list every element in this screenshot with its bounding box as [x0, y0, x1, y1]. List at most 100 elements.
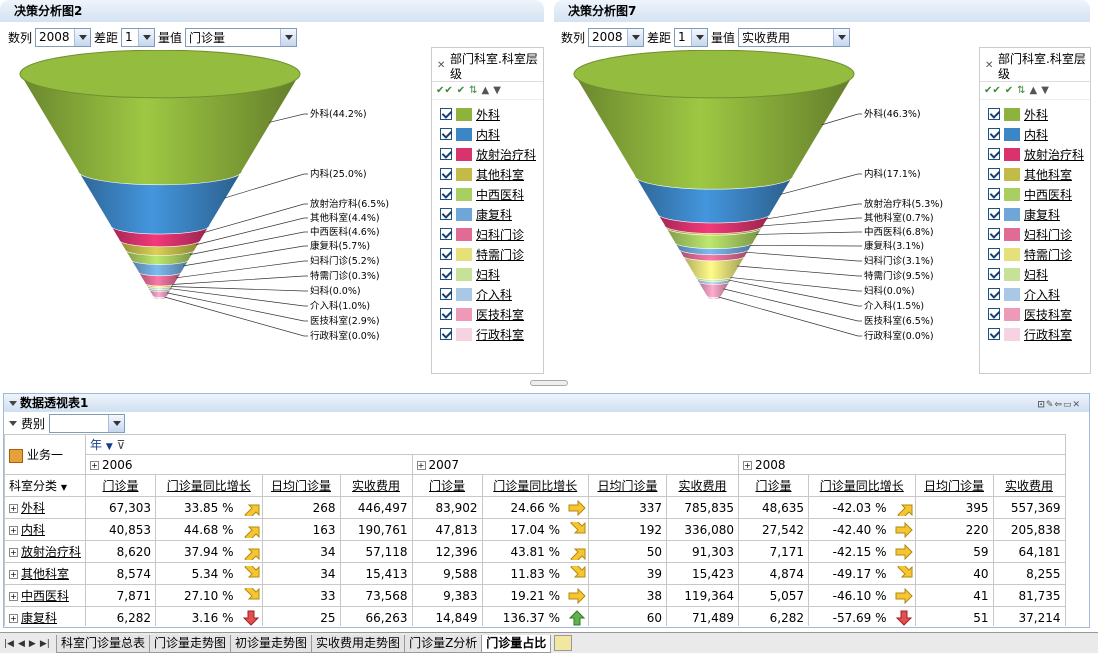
legend-label[interactable]: 医技科室: [1024, 306, 1072, 323]
legend-item[interactable]: 医技科室: [432, 304, 543, 324]
legend-label[interactable]: 特需门诊: [1024, 246, 1072, 263]
checkbox[interactable]: [988, 128, 1000, 140]
legend-label[interactable]: 其他科室: [476, 166, 524, 183]
legend-label[interactable]: 内科: [476, 126, 500, 143]
legend-label[interactable]: 妇科门诊: [476, 226, 524, 243]
splitter-handle[interactable]: [530, 380, 568, 386]
legend-item[interactable]: 内科: [980, 124, 1090, 144]
checkbox[interactable]: [440, 228, 452, 240]
panel-tools-icons[interactable]: ⊡✎⇦▭✕: [1037, 396, 1081, 414]
color-swatch: [1004, 127, 1020, 141]
diff-select[interactable]: 1: [121, 27, 156, 47]
legend-label[interactable]: 行政科室: [1024, 326, 1072, 343]
checkbox[interactable]: [988, 288, 1000, 300]
legend-toolbar[interactable]: ✔✔ ✔ ⇅ ▲ ▼: [432, 82, 543, 100]
legend-label[interactable]: 行政科室: [476, 326, 524, 343]
legend-item[interactable]: 放射治疗科: [980, 144, 1090, 164]
legend-label[interactable]: 外科: [476, 106, 500, 123]
legend-item[interactable]: 妇科: [432, 264, 543, 284]
series-label: 数列: [8, 30, 33, 45]
legend-label[interactable]: 妇科: [476, 266, 500, 283]
legend-toolbar[interactable]: ✔✔ ✔ ⇅ ▲ ▼: [980, 82, 1090, 100]
legend-label[interactable]: 放射治疗科: [476, 146, 536, 163]
legend-label[interactable]: 康复科: [1024, 206, 1060, 223]
collapse-icon[interactable]: [9, 401, 17, 406]
sheet-tab[interactable]: 门诊量走势图: [149, 635, 232, 653]
legend-item[interactable]: 介入科: [432, 284, 543, 304]
add-sheet-icon[interactable]: [554, 635, 573, 651]
legend-item[interactable]: 介入科: [980, 284, 1090, 304]
checkbox[interactable]: [440, 108, 452, 120]
legend-item[interactable]: 其他科室: [980, 164, 1090, 184]
tab-nav[interactable]: |◀ ◀ ▶ ▶|: [0, 635, 56, 653]
checkbox[interactable]: [988, 228, 1000, 240]
sheet-tab[interactable]: 门诊量占比: [481, 635, 552, 653]
checkbox[interactable]: [440, 308, 452, 320]
legend-label[interactable]: 外科: [1024, 106, 1048, 123]
checkbox[interactable]: [988, 148, 1000, 160]
checkbox[interactable]: [440, 268, 452, 280]
legend-item[interactable]: 妇科门诊: [432, 224, 543, 244]
label-leader: [745, 251, 862, 262]
checkbox[interactable]: [440, 148, 452, 160]
legend-item[interactable]: 中西医科: [980, 184, 1090, 204]
legend-item[interactable]: 妇科门诊: [980, 224, 1090, 244]
measure-select[interactable]: 门诊量: [185, 27, 298, 47]
legend-item[interactable]: 行政科室: [432, 324, 543, 344]
checkbox[interactable]: [988, 168, 1000, 180]
checkbox[interactable]: [440, 208, 452, 220]
checkbox[interactable]: [988, 308, 1000, 320]
legend-item[interactable]: 行政科室: [980, 324, 1090, 344]
chevron-down-icon: [74, 28, 91, 46]
legend-label[interactable]: 放射治疗科: [1024, 146, 1084, 163]
close-icon[interactable]: ✕: [437, 58, 445, 73]
checkbox[interactable]: [988, 328, 1000, 340]
legend-label[interactable]: 中西医科: [476, 186, 524, 203]
diff-select[interactable]: 1: [674, 27, 709, 47]
checkbox[interactable]: [440, 168, 452, 180]
legend-item[interactable]: 外科: [980, 104, 1090, 124]
checkbox[interactable]: [988, 108, 1000, 120]
series-select[interactable]: 2008: [588, 27, 645, 47]
legend-item[interactable]: 外科: [432, 104, 543, 124]
checkbox[interactable]: [440, 248, 452, 260]
legend-label[interactable]: 医技科室: [476, 306, 524, 323]
sheet-tab[interactable]: 实收费用走势图: [311, 635, 406, 653]
filter-select[interactable]: [49, 413, 126, 433]
checkbox[interactable]: [440, 128, 452, 140]
legend-item[interactable]: 特需门诊: [980, 244, 1090, 264]
series-select[interactable]: 2008: [35, 27, 92, 47]
legend-label[interactable]: 特需门诊: [476, 246, 524, 263]
sheet-tab[interactable]: 门诊量Z分析: [404, 635, 483, 653]
legend-item[interactable]: 放射治疗科: [432, 144, 543, 164]
legend-label[interactable]: 康复科: [476, 206, 512, 223]
legend-label[interactable]: 妇科: [1024, 266, 1048, 283]
legend-label[interactable]: 内科: [1024, 126, 1048, 143]
legend-item[interactable]: 医技科室: [980, 304, 1090, 324]
checkbox[interactable]: [988, 188, 1000, 200]
legend-item[interactable]: 康复科: [980, 204, 1090, 224]
checkbox[interactable]: [440, 328, 452, 340]
legend-item[interactable]: 中西医科: [432, 184, 543, 204]
label-leader: [172, 275, 308, 285]
legend-item[interactable]: 妇科: [980, 264, 1090, 284]
legend-label[interactable]: 介入科: [476, 286, 512, 303]
sheet-tab[interactable]: 初诊量走势图: [230, 635, 313, 653]
sheet-tab[interactable]: 科室门诊量总表: [56, 635, 151, 653]
legend-item[interactable]: 内科: [432, 124, 543, 144]
legend-label[interactable]: 中西医科: [1024, 186, 1072, 203]
checkbox[interactable]: [988, 248, 1000, 260]
checkbox[interactable]: [440, 288, 452, 300]
checkbox[interactable]: [988, 208, 1000, 220]
legend-item[interactable]: 其他科室: [432, 164, 543, 184]
legend-label[interactable]: 其他科室: [1024, 166, 1072, 183]
legend-label[interactable]: 妇科门诊: [1024, 226, 1072, 243]
legend-label[interactable]: 介入科: [1024, 286, 1060, 303]
close-icon[interactable]: ✕: [985, 58, 993, 73]
checkbox[interactable]: [440, 188, 452, 200]
filter-toggle-icon[interactable]: [9, 420, 17, 426]
legend-item[interactable]: 特需门诊: [432, 244, 543, 264]
measure-select[interactable]: 实收费用: [738, 27, 851, 47]
legend-item[interactable]: 康复科: [432, 204, 543, 224]
checkbox[interactable]: [988, 268, 1000, 280]
